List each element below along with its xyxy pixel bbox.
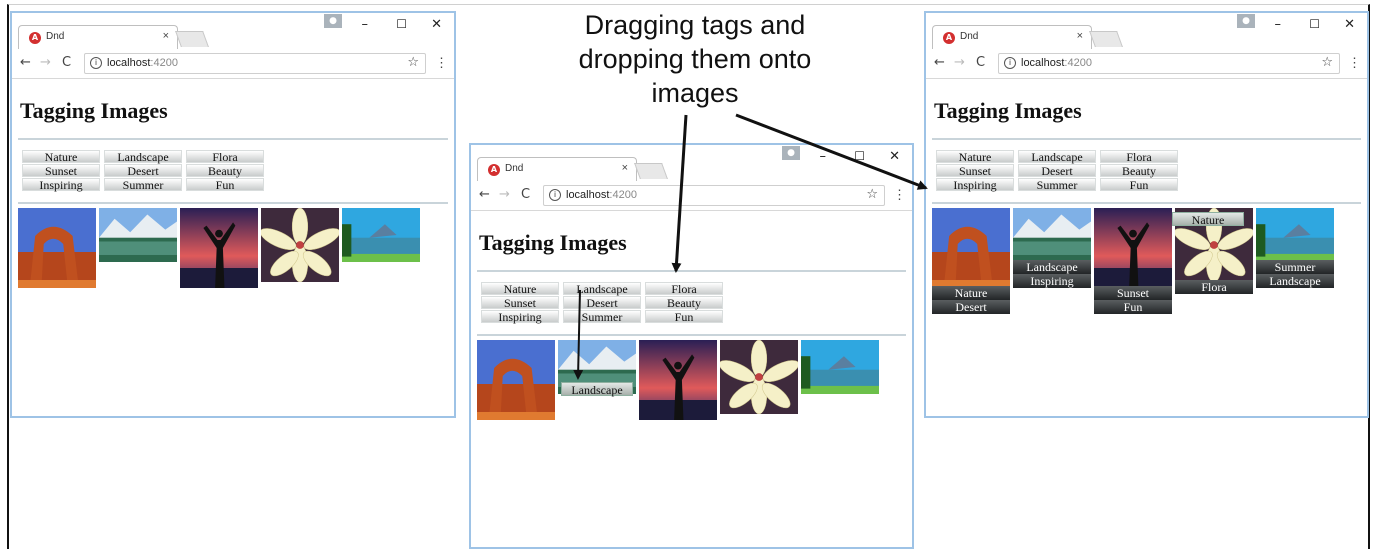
arrow-to-flora-tag [671, 114, 688, 273]
arrow-to-after-window [735, 113, 928, 190]
annotation-arrows [573, 113, 928, 380]
arrow-drag-path [573, 289, 584, 380]
